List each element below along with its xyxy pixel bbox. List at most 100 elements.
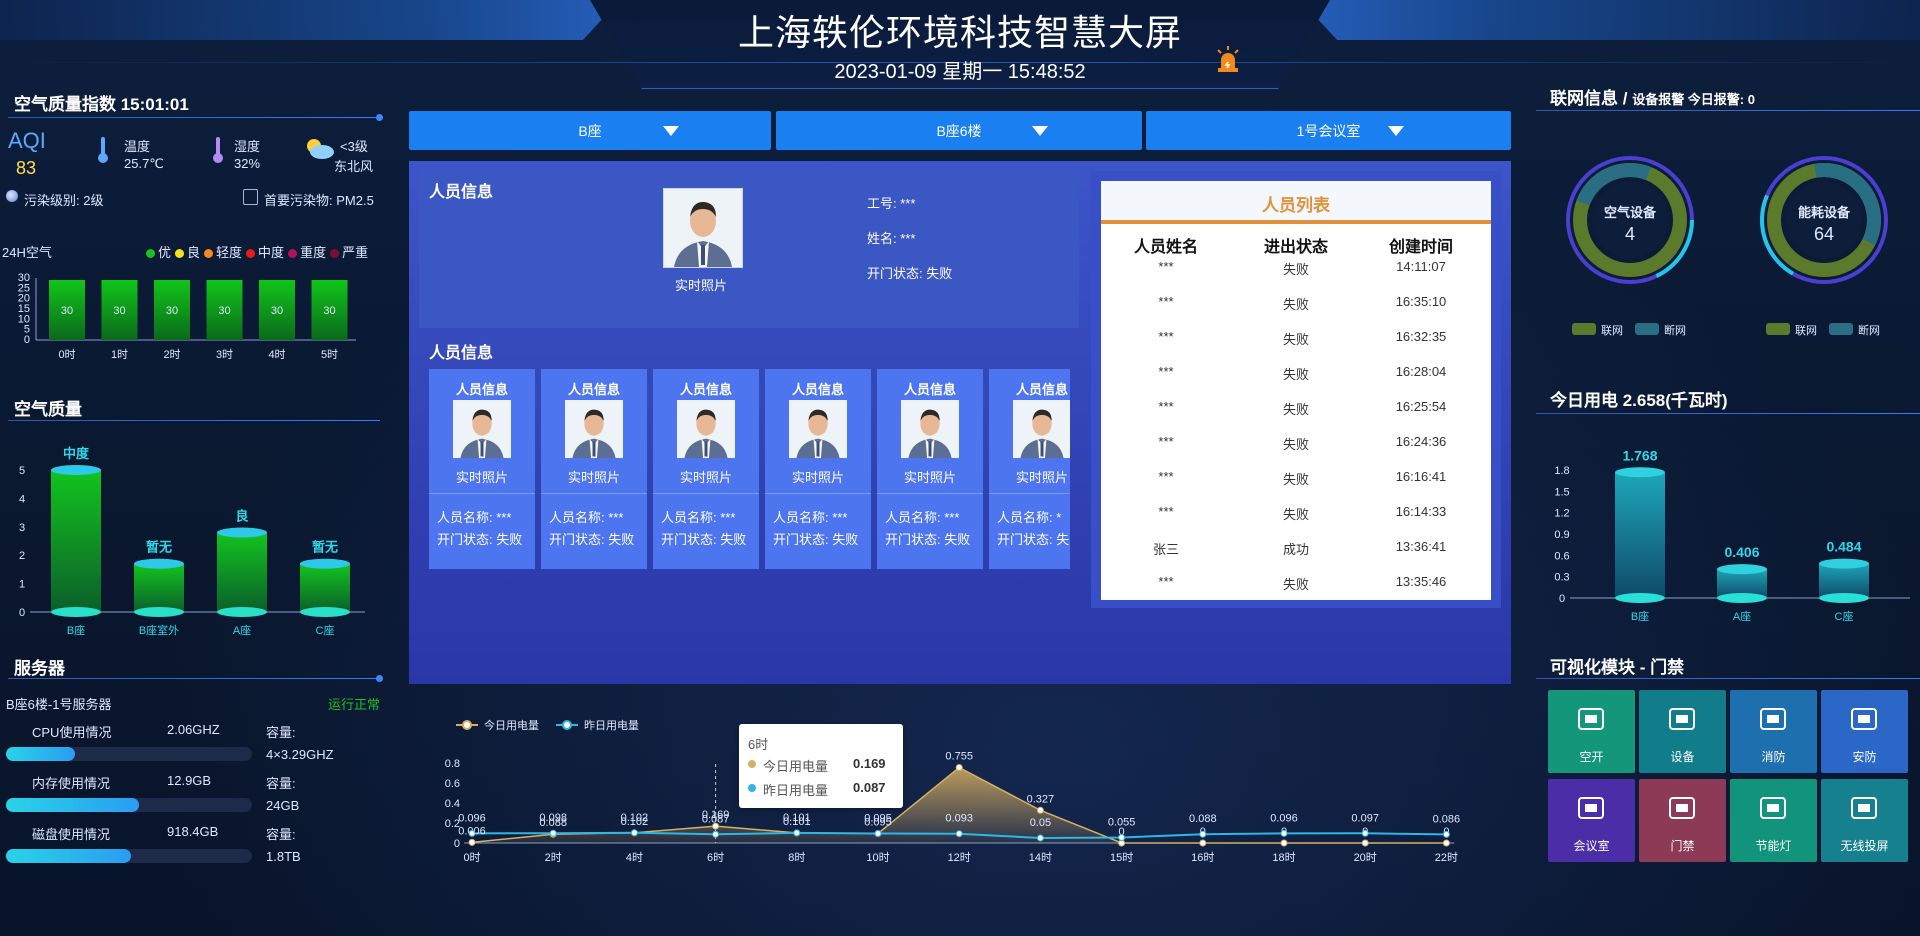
server-metric-label: 磁盘使用情况 [32,827,111,842]
tooltip-title: 6时 [748,737,769,752]
alarm-icon[interactable] [1213,44,1243,74]
person-card[interactable]: 人员信息 实时照片 人员名称: *** 开门状态: 失败 [653,369,759,569]
person-card-status: 开门状态: 失败 [661,532,747,547]
air-quality-section-line [8,420,380,421]
floor-select-value: B座6楼 [936,122,982,139]
legend-online-swatch [1766,323,1790,335]
person-card[interactable]: 人员信息 实时照片 人员名称: *** 开门状态: 失败 [541,369,647,569]
tile-lamp[interactable]: 节能灯 [1730,779,1817,862]
yesterday-value-label: 0.087 [702,813,730,825]
person-avatar-icon [901,400,959,458]
person-card[interactable]: 人员信息 实时照片 人员名称: *** 开门状态: 失败 [765,369,871,569]
humidity-icon [213,137,223,163]
person-card-photo [453,400,511,458]
yesterday-value-label: 0.055 [1108,817,1136,829]
cell-name: *** [1158,399,1174,414]
server-metric-label: 内存使用情况 [32,776,111,791]
person-card-caption: 实时照片 [455,470,508,485]
bar-value-label: 30 [113,305,125,317]
net-title: 联网信息 / [1550,89,1628,108]
tile-fire[interactable]: 消防 [1730,690,1817,773]
x-tick-label: 5时 [321,348,338,361]
server-metric-value: 12.9GB [167,773,212,788]
bar-cap [1717,564,1767,575]
air24-bar-chart: 302520151050300时301时302时303时304时305时 [18,272,356,361]
tile-device[interactable]: 设备 [1639,690,1726,773]
legend-dot [204,249,214,259]
room-select[interactable]: 1号会议室 [1146,111,1511,150]
person-card[interactable]: 人员信息 实时照片 人员名称: *** 开门状态: 失败 [877,369,983,569]
tile-breaker[interactable]: 空开 [1548,690,1635,773]
cell-name: 张三 [1152,542,1179,557]
person-info-title: 人员信息 [429,184,494,201]
power-bar-chart: 1.8 1.5 1.2 0.9 0.6 0.3 0 1.768 B座 0.406 A座 0.484 C座 [1554,447,1910,623]
legend-dot [246,249,256,259]
person-card-photo [565,400,623,458]
bar-value-label: 30 [166,305,178,317]
wind-level: <3级 [340,139,368,154]
person-card-name: 人员名称: *** [437,510,512,525]
person-list-title-bar [1101,220,1491,224]
bar [300,563,350,612]
column-status: 进出状态 [1263,239,1328,256]
meeting-icon [1578,797,1604,819]
bar-base [1819,593,1869,603]
person-card-caption: 实时照片 [1015,470,1068,485]
power-section-line [1536,413,1920,414]
person-card[interactable]: 人员信息 实时照片 人员名称: * 开门状态: 失 [989,369,1070,569]
tooltip-yest-label: 昨日用电量 [763,783,829,798]
tile-door[interactable]: 门禁 [1639,779,1726,862]
y-tick-label: 0.6 [1554,550,1569,562]
person-card-name: 人员名称: *** [661,510,736,525]
cell-status: 成功 [1282,542,1309,557]
chevron-down-icon [1388,126,1404,136]
wind-direction: 东北风 [334,159,374,174]
x-tick-label: 0时 [58,348,75,361]
legend-label: 重度 [300,245,327,260]
thermometer-icon [98,137,108,163]
yesterday-value-label: 0.096 [458,812,486,824]
building-select[interactable]: B座 [409,111,771,150]
person-card[interactable]: 人员信息 实时照片 人员名称: *** 开门状态: 失败 [429,369,535,569]
legend-offline-swatch [1829,323,1853,335]
legend-item: 重度 [288,245,326,260]
cell-name: *** [1158,259,1174,274]
chevron-down-icon [663,126,679,136]
person-list: 人员列表 人员姓名 进出状态 创建时间 *** 失败 14:11:07 *** 失败 16… [1101,181,1491,600]
legend-dot [175,249,185,259]
cell-time: 16:32:35 [1395,329,1447,344]
bar-base [51,607,101,617]
cell-status: 失败 [1282,577,1309,592]
tile-label: 节能灯 [1755,839,1792,853]
bar-value-label: 30 [271,305,283,317]
yesterday-point [1036,834,1044,842]
person-card-title: 人员信息 [903,382,956,397]
cell-status: 失败 [1282,402,1309,417]
x-tick-label: B座 [1631,609,1649,623]
person-avatar-icon [677,400,735,458]
yesterday-value-label: 0.088 [1189,813,1217,825]
x-tick-label: A座 [1733,609,1751,623]
chevron-down-icon [1032,126,1048,136]
floor-select[interactable]: B座6楼 [776,111,1142,150]
tile-wifi[interactable]: 无线投屏 [1821,779,1908,862]
cell-status: 失败 [1282,437,1309,452]
page-title: 上海轶伦环境科技智慧大屏 [737,12,1182,53]
person-avatar-icon [453,400,511,458]
today-point [1199,839,1207,847]
bar-value-label: 0.484 [1826,539,1861,555]
tile-label: 消防 [1761,750,1786,764]
tile-camera[interactable]: 安防 [1821,690,1908,773]
bar-level-label: 暂无 [146,540,172,555]
cell-name: *** [1158,504,1174,519]
yesterday-value-label: 0.098 [539,812,567,824]
yesterday-point [1280,829,1288,837]
power-section-title: 今日用电 2.658(千瓦时) [1550,391,1728,410]
today-point [1036,806,1044,814]
x-tick-label: 3时 [216,348,233,361]
tile-meeting[interactable]: 会议室 [1548,779,1635,862]
cell-name: *** [1158,574,1174,589]
legend-marker [562,720,572,730]
column-name: 人员姓名 [1133,239,1198,256]
person-cards-strip[interactable]: 人员信息 实时照片 人员名称: *** 开门状态: 失败 人员信息 实时照片 人员名称: *… [429,369,1070,571]
